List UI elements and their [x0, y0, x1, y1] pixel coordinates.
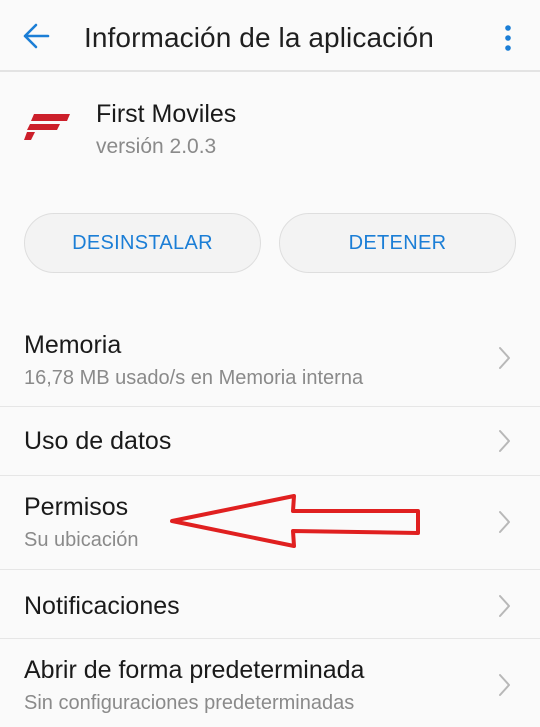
settings-item-subtitle: Su ubicación	[24, 529, 139, 551]
more-options-button[interactable]	[490, 18, 526, 58]
settings-item-subtitle: 16,78 MB usado/s en Memoria interna	[24, 367, 364, 389]
arrow-left-icon	[23, 23, 50, 49]
settings-list: Memoria 16,78 MB usado/s en Memoria inte…	[0, 308, 540, 727]
settings-item-title: Uso de datos	[24, 427, 172, 455]
chevron-right-icon	[499, 674, 510, 696]
settings-item-open-by-default[interactable]: Abrir de forma predeterminada Sin config…	[0, 639, 540, 727]
stop-button[interactable]: DETENER	[279, 213, 516, 273]
back-button[interactable]	[14, 14, 58, 58]
more-vert-icon	[505, 25, 511, 51]
chevron-right-icon	[499, 511, 510, 533]
app-name: First Moviles	[96, 100, 237, 128]
settings-item-title: Abrir de forma predeterminada	[24, 656, 365, 684]
app-bar: Información de la aplicación	[0, 0, 540, 72]
chevron-right-icon	[499, 430, 510, 452]
settings-item-title: Memoria	[24, 331, 122, 359]
app-version: versión 2.0.3	[96, 135, 217, 158]
settings-item-permissions[interactable]: Permisos Su ubicación	[0, 476, 540, 570]
chevron-right-icon	[499, 595, 510, 617]
settings-item-data-usage[interactable]: Uso de datos	[0, 407, 540, 476]
app-header: First Moviles versión 2.0.3	[0, 72, 540, 202]
settings-item-memory[interactable]: Memoria 16,78 MB usado/s en Memoria inte…	[0, 308, 540, 407]
settings-item-title: Permisos	[24, 493, 129, 521]
settings-item-title: Notificaciones	[24, 592, 180, 620]
uninstall-button[interactable]: DESINSTALAR	[24, 213, 261, 273]
settings-item-subtitle: Sin configuraciones predeterminadas	[24, 692, 355, 714]
chevron-right-icon	[499, 347, 510, 369]
first-moviles-logo	[24, 114, 70, 140]
settings-item-notifications[interactable]: Notificaciones	[0, 570, 540, 639]
page-title: Información de la aplicación	[84, 22, 434, 53]
